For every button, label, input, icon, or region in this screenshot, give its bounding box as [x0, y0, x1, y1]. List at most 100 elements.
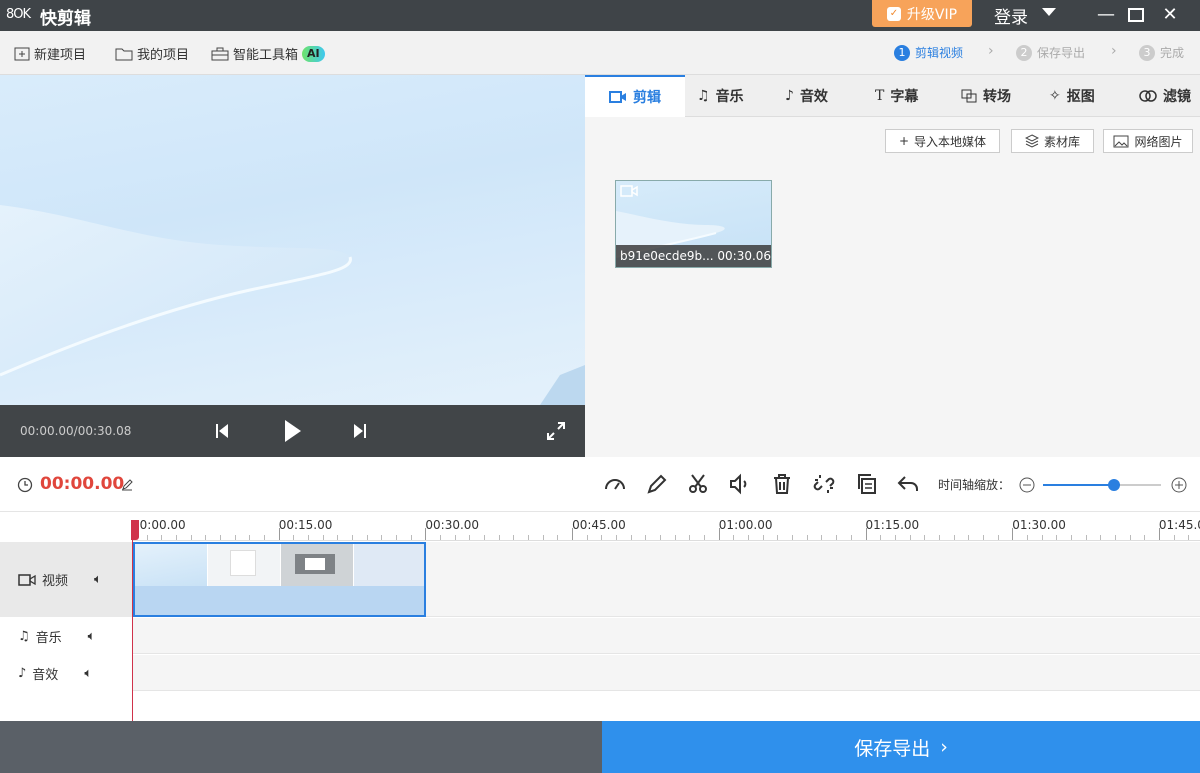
- ruler-minor-tick: [513, 535, 515, 540]
- magic-wand-icon: ✧: [1049, 88, 1061, 104]
- video-camera-icon: [609, 91, 626, 103]
- music-track[interactable]: [132, 618, 1200, 654]
- text-icon: T: [875, 88, 885, 104]
- material-library-button[interactable]: 素材库: [1011, 129, 1094, 153]
- ruler-minor-tick: [1188, 535, 1190, 540]
- ruler-minor-tick: [689, 535, 691, 540]
- close-icon[interactable]: ✕: [1157, 2, 1183, 28]
- step-label: 完成: [1160, 46, 1185, 60]
- zoom-slider[interactable]: [1043, 479, 1161, 491]
- ruler-minor-tick: [1056, 535, 1058, 540]
- zoom-in-icon[interactable]: [1171, 477, 1187, 493]
- speed-icon[interactable]: [603, 472, 627, 496]
- ruler-minor-tick: [1100, 535, 1102, 540]
- ruler-minor-tick: [982, 535, 984, 540]
- zoom-slider-handle[interactable]: [1107, 479, 1120, 491]
- login-button[interactable]: 登录: [994, 3, 1028, 28]
- my-projects-button[interactable]: 我的项目: [115, 44, 189, 63]
- ruler-minor-tick: [909, 535, 911, 540]
- tab-sound-effect[interactable]: ♪ 音效: [785, 75, 828, 117]
- current-time: 00:00.00: [40, 474, 125, 494]
- ruler-minor-tick: [850, 535, 852, 540]
- ruler-minor-tick: [264, 535, 266, 540]
- speaker-icon[interactable]: 🔈︎: [94, 572, 102, 587]
- play-icon[interactable]: [283, 418, 303, 444]
- login-dropdown-icon[interactable]: [1042, 8, 1056, 16]
- tab-subtitle[interactable]: T 字幕: [875, 75, 918, 117]
- tab-edit[interactable]: 剪辑: [585, 75, 685, 117]
- minimize-icon[interactable]: —: [1093, 2, 1119, 28]
- pencil-icon[interactable]: [645, 472, 669, 496]
- detach-icon[interactable]: [812, 472, 836, 496]
- sound-effect-icon: ♪: [18, 665, 27, 681]
- ruler-minor-tick: [440, 535, 442, 540]
- new-project-button[interactable]: 新建项目: [14, 44, 86, 63]
- edit-time-icon[interactable]: [121, 479, 133, 491]
- maximize-icon[interactable]: [1123, 2, 1149, 28]
- playhead-handle[interactable]: [131, 520, 139, 540]
- media-item[interactable]: b91e0ecde9b... 00:30.06: [615, 180, 772, 268]
- scissors-icon[interactable]: [686, 472, 710, 496]
- import-local-media-button[interactable]: + 导入本地媒体: [885, 129, 1000, 153]
- web-image-label: 网络图片: [1134, 134, 1183, 149]
- step-done: 3 完成: [1139, 44, 1184, 61]
- ruler-minor-tick: [454, 535, 456, 540]
- speaker-icon[interactable]: 🔈︎: [88, 629, 96, 644]
- fullscreen-icon[interactable]: [546, 421, 566, 441]
- playhead[interactable]: [132, 520, 133, 721]
- smart-toolbox-button[interactable]: 智能工具箱 AI: [211, 44, 325, 63]
- ruler-minor-tick: [1114, 535, 1116, 540]
- web-image-button[interactable]: 网络图片: [1103, 129, 1193, 153]
- video-clip[interactable]: [133, 542, 426, 617]
- ruler-minor-tick: [601, 535, 603, 540]
- tab-filter[interactable]: 滤镜: [1139, 75, 1191, 117]
- ruler-label: 00:00.00: [132, 518, 186, 532]
- speaker-icon[interactable]: 🔈︎: [84, 666, 92, 681]
- ai-badge: AI: [302, 45, 325, 62]
- video-preview[interactable]: [0, 75, 585, 405]
- ruler-minor-tick: [528, 535, 530, 540]
- media-caption: b91e0ecde9b... 00:30.06: [616, 245, 771, 267]
- ruler-minor-tick: [1070, 535, 1072, 540]
- plus-icon: +: [898, 134, 910, 148]
- save-export-button[interactable]: 保存导出 ›: [602, 721, 1200, 773]
- ruler-minor-tick: [1173, 535, 1175, 540]
- step-edit-video: 1 剪辑视频: [894, 44, 963, 61]
- upgrade-vip-button[interactable]: ✓ 升级VIP: [872, 0, 972, 27]
- transition-icon: [961, 89, 977, 103]
- ruler-minor-tick: [894, 535, 896, 540]
- ruler-minor-tick: [938, 535, 940, 540]
- tab-music[interactable]: ♫ 音乐: [697, 75, 744, 117]
- ruler-label: 00:30.00: [425, 518, 480, 532]
- ruler-minor-tick: [704, 535, 706, 540]
- track-label: 视频: [42, 574, 69, 589]
- tab-transition[interactable]: 转场: [961, 75, 1011, 117]
- empty-track-space: [132, 691, 1200, 721]
- previous-frame-icon[interactable]: [214, 422, 230, 440]
- delete-icon[interactable]: [770, 472, 794, 496]
- tab-cutout[interactable]: ✧ 抠图: [1049, 75, 1095, 117]
- undo-icon[interactable]: [896, 472, 920, 496]
- ruler-minor-tick: [880, 535, 882, 540]
- volume-icon[interactable]: [727, 472, 751, 496]
- next-frame-icon[interactable]: [352, 422, 368, 440]
- clip-frame: [135, 544, 208, 586]
- ruler-minor-tick: [220, 535, 222, 540]
- ruler-minor-tick: [674, 535, 676, 540]
- track-header-music: ♫ 音乐 🔈︎: [0, 618, 132, 654]
- sfx-track[interactable]: [132, 655, 1200, 691]
- timeline-ruler[interactable]: 00:00.00 00:15.00 00:30.00 00:45.00 01:00.00…: [132, 512, 1200, 541]
- vip-icon: ✓: [886, 6, 901, 21]
- video-camera-icon: [18, 573, 36, 586]
- step-label: 保存导出: [1037, 46, 1086, 60]
- ruler-minor-tick: [645, 535, 647, 540]
- ruler-minor-tick: [953, 535, 955, 540]
- zoom-label: 时间轴缩放：: [938, 478, 1011, 492]
- tab-label: 转场: [983, 89, 1011, 105]
- zoom-out-icon[interactable]: [1019, 477, 1035, 493]
- step-save-export: 2 保存导出: [1016, 44, 1085, 61]
- ruler-minor-tick: [484, 535, 486, 540]
- app-logo: 8OK: [6, 7, 31, 22]
- copy-icon[interactable]: [855, 472, 879, 496]
- app-title: 快剪辑: [40, 9, 91, 29]
